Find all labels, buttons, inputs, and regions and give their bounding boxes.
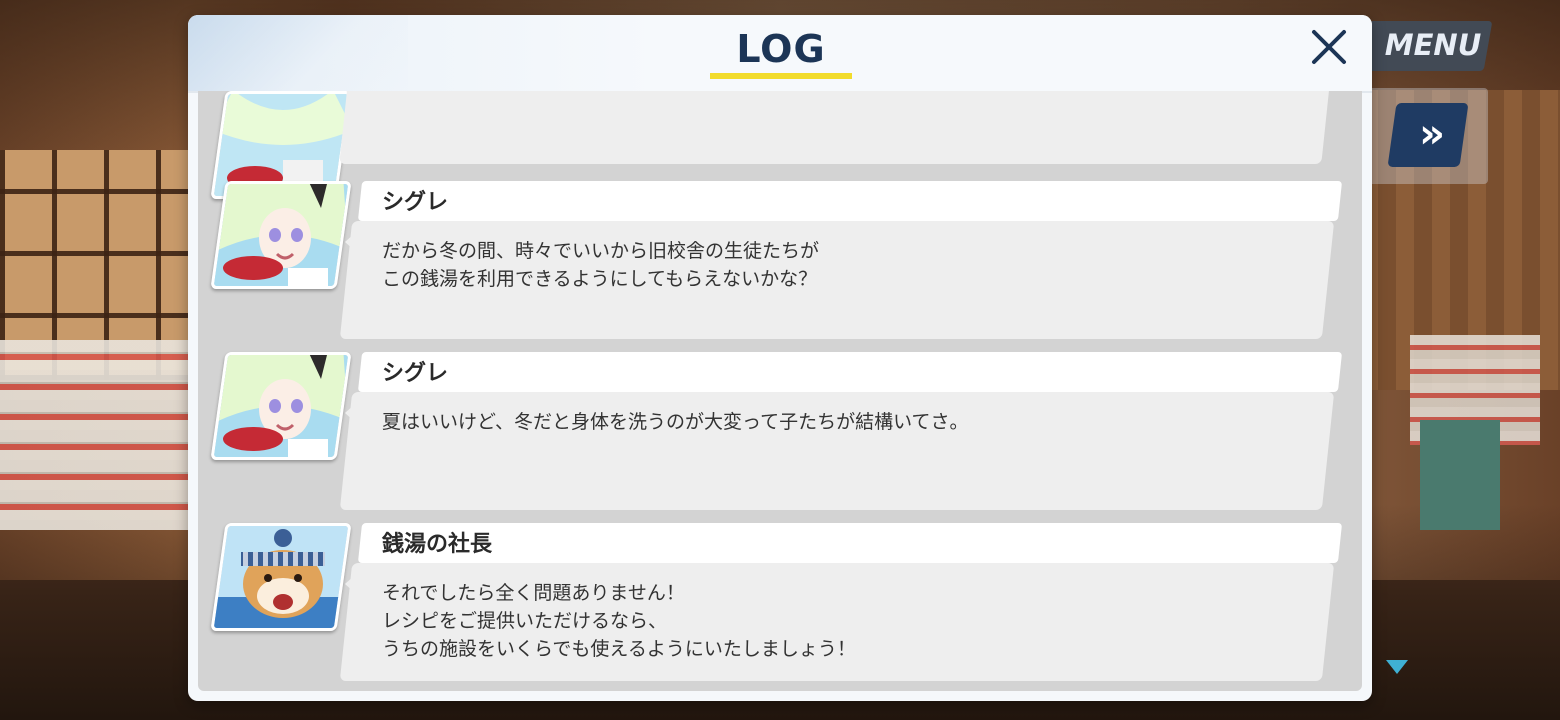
character-avatar[interactable] xyxy=(210,523,352,631)
title-underline xyxy=(710,73,852,79)
fast-forward-icon[interactable]: » xyxy=(1402,108,1454,160)
log-dialog-header: LOG xyxy=(188,15,1372,93)
character-avatar[interactable] xyxy=(210,352,352,460)
close-button[interactable] xyxy=(1305,23,1353,71)
background-chair xyxy=(1420,420,1500,530)
message-text: だから冬の間、時々でいいから旧校舎の生徒たちが この銭湯を利用できるようにしても… xyxy=(382,240,820,290)
speaker-name: 銭湯の社長 xyxy=(382,532,493,557)
speaker-name-bar xyxy=(357,352,1343,392)
background-newspapers xyxy=(0,340,200,530)
log-title: LOG xyxy=(736,27,826,71)
message-text: それでしたら全く問題ありません！ レシピをご提供いただけるなら、 うちの施設をい… xyxy=(382,582,856,660)
scroll-down-icon[interactable] xyxy=(1386,660,1408,674)
header-decoration xyxy=(188,15,408,91)
message-text: 夏はいいけど、冬だと身体を洗うのが大変って子たちが結構いてさ。 xyxy=(382,411,969,433)
character-avatar[interactable] xyxy=(210,181,352,289)
speaker-name: シグレ xyxy=(382,190,449,215)
speaker-name-bar xyxy=(357,181,1343,221)
shigure-portrait-icon xyxy=(213,181,352,289)
speaker-name-bar xyxy=(357,523,1343,563)
menu-button-label[interactable]: MENU xyxy=(1378,28,1488,62)
close-icon[interactable] xyxy=(1305,23,1353,71)
shigure-portrait-icon xyxy=(213,352,352,460)
log-dialog: LOG シグレ だから冬の間、時々でいいから旧校舎の生徒たちが この銭湯を利用で… xyxy=(188,15,1372,701)
speaker-name: シグレ xyxy=(382,361,449,386)
log-list[interactable]: シグレ だから冬の間、時々でいいから旧校舎の生徒たちが この銭湯を利用できるよう… xyxy=(198,91,1362,691)
shiba-dog-portrait-icon xyxy=(213,523,352,631)
message-bubble xyxy=(339,91,1335,164)
